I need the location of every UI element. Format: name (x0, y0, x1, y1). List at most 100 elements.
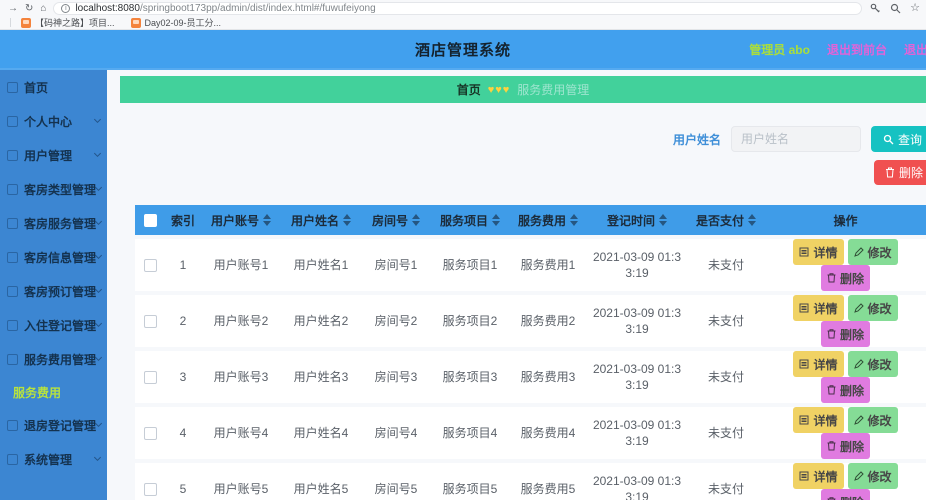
bookmark-label: 【码神之路】项目... (35, 18, 115, 28)
bookmark-item[interactable]: Day02-09-员工分... (130, 16, 221, 29)
query-button[interactable]: 查询 (870, 126, 926, 152)
sort-icon[interactable] (748, 214, 756, 226)
sort-icon[interactable] (263, 214, 271, 226)
document-icon (799, 303, 809, 313)
folder-icon (7, 419, 18, 431)
sidebar-item-home[interactable]: 首页 (0, 70, 107, 104)
sort-icon[interactable] (492, 214, 500, 226)
row-checkbox[interactable] (143, 483, 157, 497)
sidebar: 首页 个人中心 用户管理 客房类型管理 客房服务管理 客房信息管理 客房预订管理… (0, 70, 107, 500)
cell-name: 用户姓名1 (281, 239, 361, 291)
refresh-icon[interactable]: ↻ (25, 3, 33, 14)
row-checkbox[interactable] (143, 371, 157, 385)
bookmarks-divider (10, 18, 11, 27)
col-name[interactable]: 用户姓名 (281, 205, 361, 235)
sidebar-item-service-fee-management[interactable]: 服务费用管理 (0, 342, 107, 376)
sidebar-item-user-management[interactable]: 用户管理 (0, 138, 107, 172)
sidebar-item-personal-center[interactable]: 个人中心 (0, 104, 107, 138)
detail-button[interactable]: 详情 (793, 239, 844, 265)
row-checkbox[interactable] (143, 315, 157, 329)
search-input[interactable] (730, 126, 861, 152)
cell-time: 2021-03-09 01:33:19 (587, 407, 687, 459)
row-checkbox[interactable] (143, 259, 157, 273)
sort-icon[interactable] (659, 214, 667, 226)
sidebar-subitem-service-fee-active[interactable]: 服务费用 (0, 376, 107, 408)
sidebar-item-room-booking[interactable]: 客房预订管理 (0, 274, 107, 308)
cell-room: 房间号5 (361, 463, 431, 500)
chevron-down-icon (94, 285, 103, 294)
cell-account: 用户账号3 (201, 351, 281, 403)
detail-button[interactable]: 详情 (793, 295, 844, 321)
bookmark-item[interactable]: 【码神之路】项目... (21, 16, 115, 29)
delete-button[interactable]: 删除 (820, 265, 870, 291)
sidebar-item-checkout[interactable]: 退房登记管理 (0, 408, 107, 442)
cell-item: 服务项目4 (431, 407, 509, 459)
col-room[interactable]: 房间号 (361, 205, 431, 235)
cell-actions: 详情修改删除 (765, 463, 926, 500)
pencil-icon (853, 471, 864, 481)
cell-index: 5 (165, 463, 201, 500)
site-info-icon[interactable]: i (61, 4, 71, 13)
edit-button[interactable]: 修改 (847, 407, 898, 433)
edit-button[interactable]: 修改 (847, 351, 898, 377)
current-user-link[interactable]: 管理员 abo (749, 41, 810, 58)
address-bar-actions: ☆ (870, 3, 920, 14)
page-title: 酒店管理系统 (414, 41, 511, 59)
pencil-icon (853, 303, 864, 313)
col-fee[interactable]: 服务费用 (509, 205, 587, 235)
trash-icon (827, 385, 836, 395)
search-glass-icon[interactable] (890, 3, 901, 14)
forward-icon[interactable]: → (8, 3, 18, 14)
detail-button[interactable]: 详情 (793, 351, 844, 377)
pencil-icon (853, 415, 864, 425)
sidebar-item-room-type[interactable]: 客房类型管理 (0, 172, 107, 206)
sort-icon[interactable] (412, 214, 420, 226)
sidebar-item-room-service[interactable]: 客房服务管理 (0, 206, 107, 240)
sort-icon[interactable] (343, 214, 351, 226)
cell-paid: 未支付 (687, 463, 765, 500)
cell-time: 2021-03-09 01:33:19 (587, 295, 687, 347)
cell-paid: 未支付 (687, 351, 765, 403)
cell-name: 用户姓名2 (281, 295, 361, 347)
chevron-down-icon (94, 183, 103, 192)
col-item[interactable]: 服务项目 (431, 205, 509, 235)
delete-button[interactable]: 删除 (820, 377, 870, 403)
col-paid[interactable]: 是否支付 (687, 205, 765, 235)
trash-icon (827, 273, 836, 283)
sidebar-item-room-info[interactable]: 客房信息管理 (0, 240, 107, 274)
batch-delete-button[interactable]: 删除 (873, 160, 926, 185)
col-account[interactable]: 用户账号 (201, 205, 281, 235)
cell-fee: 服务费用3 (509, 351, 587, 403)
sort-icon[interactable] (570, 214, 578, 226)
row-checkbox[interactable] (143, 427, 157, 441)
home-nav-icon[interactable]: ⌂ (40, 3, 46, 14)
table-row: 4 用户账号4 用户姓名4 房间号4 服务项目4 服务费用4 2021-03-09 01:3… (135, 407, 926, 459)
delete-button[interactable]: 删除 (820, 321, 870, 347)
logout-link[interactable]: 退出登录 (904, 41, 926, 58)
col-time[interactable]: 登记时间 (587, 205, 687, 235)
detail-button[interactable]: 详情 (793, 407, 844, 433)
key-icon[interactable] (870, 3, 881, 14)
edit-button[interactable]: 修改 (847, 295, 898, 321)
logout-front-link[interactable]: 退出到前台 (827, 41, 887, 58)
table-row: 5 用户账号5 用户姓名5 房间号5 服务项目5 服务费用5 2021-03-09 01:3… (135, 463, 926, 500)
cell-item: 服务项目3 (431, 351, 509, 403)
delete-button[interactable]: 删除 (820, 433, 870, 459)
address-bar[interactable]: i localhost:8080/springboot173pp/admin/d… (53, 2, 863, 15)
breadcrumb-home[interactable]: 首页 (457, 81, 481, 98)
table-row: 2 用户账号2 用户姓名2 房间号2 服务项目2 服务费用2 2021-03-09 01:3… (135, 295, 926, 347)
cell-index: 3 (165, 351, 201, 403)
document-icon (799, 415, 809, 425)
sidebar-item-system[interactable]: 系统管理 (0, 442, 107, 476)
cell-room: 房间号3 (361, 351, 431, 403)
delete-button[interactable]: 删除 (820, 489, 870, 500)
edit-button[interactable]: 修改 (847, 463, 898, 489)
cell-paid: 未支付 (687, 239, 765, 291)
sidebar-item-checkin[interactable]: 入住登记管理 (0, 308, 107, 342)
detail-button[interactable]: 详情 (793, 463, 844, 489)
edit-button[interactable]: 修改 (847, 239, 898, 265)
home-icon (7, 81, 18, 93)
favorite-star-icon[interactable]: ☆ (910, 3, 920, 14)
select-all-checkbox[interactable] (143, 214, 157, 228)
bookmarks-bar: 【码神之路】项目... Day02-09-员工分... (0, 16, 926, 29)
